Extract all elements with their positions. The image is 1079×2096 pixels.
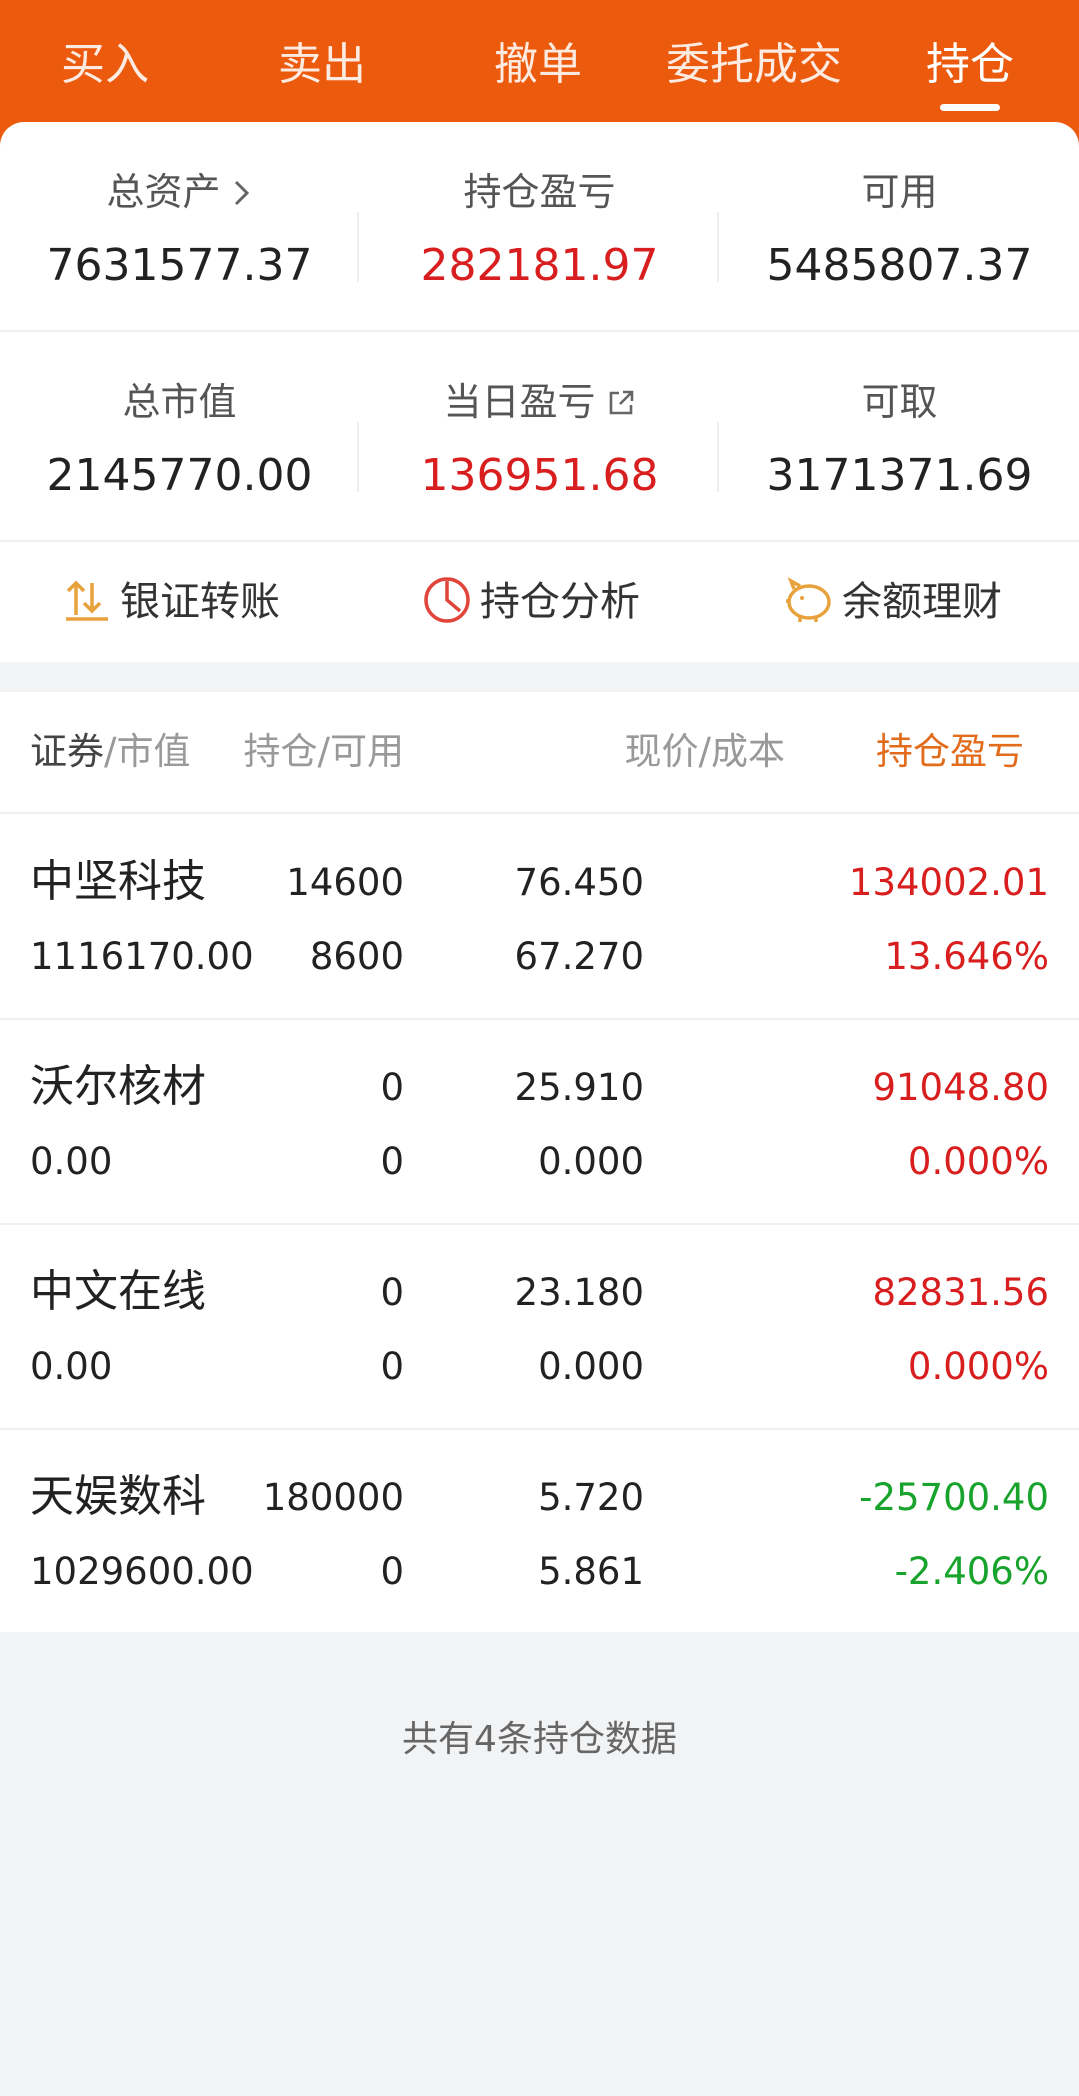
tab-orders-trades[interactable]: 委托成交: [654, 30, 854, 100]
stock-pl: -25700.40: [859, 1476, 1049, 1519]
divider: [357, 422, 359, 492]
withdrawable-value: 3171371.69: [766, 450, 1033, 501]
transfer-arrows-icon: [66, 580, 108, 621]
row-divider: [0, 330, 1079, 332]
stock-available: 0: [380, 1345, 404, 1388]
stock-available: 0: [380, 1140, 404, 1183]
total-market-value-stat: 总市值 2145770.00: [0, 372, 359, 522]
stock-market-value: 1029600.00: [30, 1550, 254, 1593]
position-pl-label: 持仓盈亏: [463, 170, 616, 214]
position-analysis-label: 持仓分析: [480, 579, 640, 625]
quick-actions: 银证转账 持仓分析 余额理财: [0, 542, 1079, 662]
available-value: 5485807.37: [766, 240, 1033, 291]
stock-pl: 134002.01: [848, 861, 1049, 904]
position-pl-value: 282181.97: [420, 240, 659, 291]
stock-name: 天娱数科: [30, 1471, 206, 1522]
stock-position: 14600: [286, 861, 404, 904]
withdrawable-stat: 可取 3171371.69: [720, 372, 1079, 522]
position-pl-stat: 持仓盈亏 282181.97: [360, 162, 719, 312]
stock-cost: 0.000: [538, 1140, 644, 1183]
stock-position: 0: [380, 1066, 404, 1109]
stock-position: 0: [380, 1271, 404, 1314]
pie-chart-icon: [424, 577, 470, 623]
table-row[interactable]: 沃尔核材 0.00 0 0 25.910 0.000 91048.80 0.00…: [0, 1019, 1079, 1225]
table-row[interactable]: 天娱数科 1029600.00 180000 0 5.720 5.861 -25…: [0, 1429, 1079, 1633]
divider: [717, 422, 719, 492]
stock-price: 5.720: [538, 1476, 644, 1519]
table-header: 证券/市值 持仓/可用 现价/成本 持仓盈亏: [0, 692, 1079, 814]
tab-buy[interactable]: 买入: [5, 30, 205, 100]
available-stat: 可用 5485807.37: [720, 162, 1079, 312]
stock-pl-percent: 0.000%: [907, 1345, 1049, 1388]
daily-pl-label: 当日盈亏: [443, 380, 596, 424]
daily-pl-stat[interactable]: 当日盈亏 136951.68: [360, 372, 719, 522]
header-security: 证券: [30, 730, 104, 773]
active-tab-indicator: [940, 104, 1000, 111]
bank-transfer-button[interactable]: 银证转账: [62, 542, 280, 662]
tab-positions[interactable]: 持仓: [870, 30, 1070, 100]
position-analysis-button[interactable]: 持仓分析: [422, 542, 640, 662]
total-market-value-value: 2145770.00: [46, 450, 313, 501]
stock-market-value: 0.00: [30, 1345, 113, 1388]
stock-name: 沃尔核材: [30, 1061, 206, 1112]
stock-available: 0: [380, 1550, 404, 1593]
total-assets-value: 7631577.37: [46, 240, 313, 291]
stock-name: 中坚科技: [30, 856, 206, 907]
stock-price: 23.180: [514, 1271, 644, 1314]
tab-sell[interactable]: 卖出: [222, 30, 422, 100]
withdrawable-label: 可取: [861, 380, 938, 424]
chevron-right-icon: [231, 165, 253, 225]
total-market-value-label: 总市值: [122, 380, 237, 424]
bank-transfer-label: 银证转账: [120, 579, 280, 625]
piggy-bank-icon: [786, 577, 831, 622]
balance-finance-label: 余额理财: [842, 579, 1002, 625]
stock-cost: 67.270: [514, 935, 644, 978]
available-label: 可用: [861, 170, 938, 214]
divider: [357, 212, 359, 282]
balance-finance-button[interactable]: 余额理财: [782, 542, 1002, 662]
header-market-value: /市值: [104, 730, 191, 773]
stock-name: 中文在线: [30, 1266, 206, 1317]
daily-pl-value: 136951.68: [420, 450, 659, 501]
account-summary-card: 总资产 7631577.37 持仓盈亏 282181.97 可用 5485807…: [0, 122, 1079, 662]
header-price-cost[interactable]: 现价/成本: [585, 692, 785, 812]
stock-pl-percent: 0.000%: [907, 1140, 1049, 1183]
header-security-market-value[interactable]: 证券/市值: [30, 692, 190, 812]
stock-pl: 82831.56: [872, 1271, 1049, 1314]
total-assets-label: 总资产: [106, 170, 221, 214]
header-position-pl-label: 持仓盈亏: [876, 730, 1024, 773]
external-link-icon[interactable]: [606, 375, 636, 435]
summary-row-1: 总资产 7631577.37 持仓盈亏 282181.97 可用 5485807…: [0, 162, 1079, 372]
divider: [717, 212, 719, 282]
header-position-pl[interactable]: 持仓盈亏: [876, 692, 1079, 812]
stock-pl: 91048.80: [872, 1066, 1049, 1109]
table-row[interactable]: 中文在线 0.00 0 0 23.180 0.000 82831.56 0.00…: [0, 1224, 1079, 1430]
table-row[interactable]: 中坚科技 1116170.00 14600 8600 76.450 67.270…: [0, 814, 1079, 1020]
stock-cost: 0.000: [538, 1345, 644, 1388]
tab-cancel-order[interactable]: 撤单: [438, 30, 638, 100]
holdings-count-note: 共有4条持仓数据: [402, 1719, 677, 1760]
stock-pl-percent: -2.406%: [894, 1550, 1049, 1593]
stock-pl-percent: 13.646%: [884, 935, 1049, 978]
stock-cost: 5.861: [538, 1550, 644, 1593]
stock-price: 25.910: [514, 1066, 644, 1109]
stock-position: 180000: [262, 1476, 404, 1519]
stock-available: 8600: [309, 935, 404, 978]
stock-price: 76.450: [514, 861, 644, 904]
total-assets-stat[interactable]: 总资产 7631577.37: [0, 162, 359, 312]
stock-market-value: 1116170.00: [30, 935, 254, 978]
stock-market-value: 0.00: [30, 1140, 113, 1183]
header-position-available[interactable]: 持仓/可用: [244, 692, 404, 812]
holdings-table: 证券/市值 持仓/可用 现价/成本 持仓盈亏 中坚科技 1116170.00 1…: [0, 692, 1079, 1632]
